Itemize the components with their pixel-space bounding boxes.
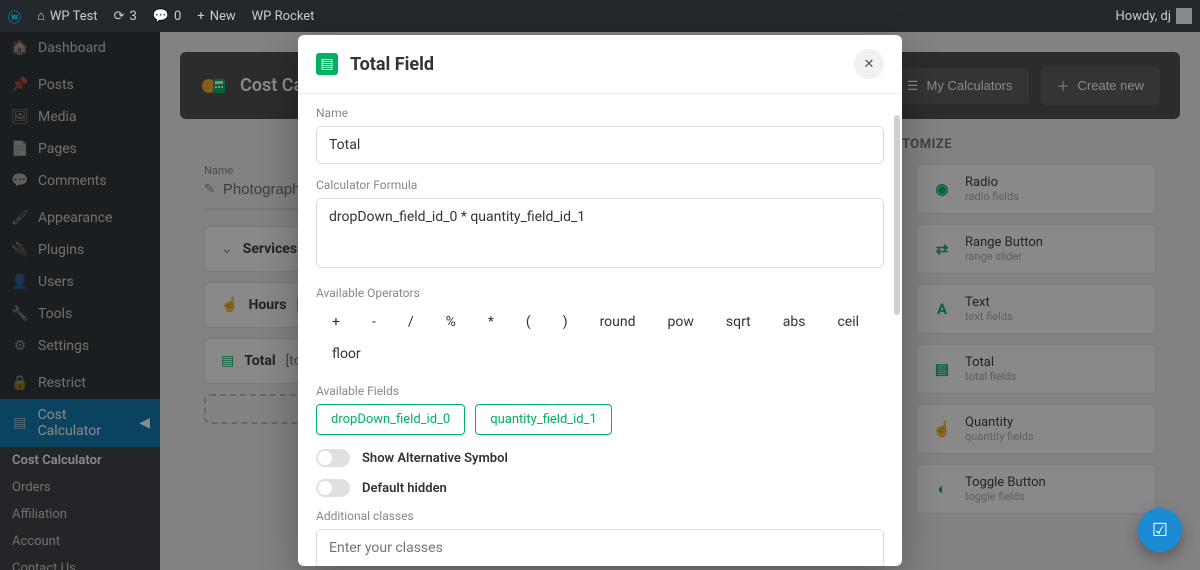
help-float-button[interactable]: ☑: [1138, 508, 1182, 552]
formula-textarea[interactable]: [316, 198, 884, 268]
operator-button[interactable]: +: [316, 306, 356, 338]
modal-scrollbar[interactable]: [894, 115, 900, 315]
additional-classes-input[interactable]: [316, 529, 884, 566]
additional-classes-label: Additional classes: [316, 509, 884, 523]
operators-label: Available Operators: [316, 286, 884, 300]
site-name-link[interactable]: ⌂WP Test: [29, 0, 106, 32]
available-field-chip[interactable]: dropDown_field_id_0: [316, 404, 465, 435]
operator-button[interactable]: abs: [767, 306, 822, 338]
operator-button[interactable]: round: [584, 306, 652, 338]
wp-logo[interactable]: ⓦ: [0, 0, 29, 32]
alt-symbol-label: Show Alternative Symbol: [362, 451, 508, 466]
wordpress-icon: ⓦ: [8, 7, 21, 26]
new-link[interactable]: +New: [189, 0, 243, 32]
field-name-input[interactable]: [316, 126, 884, 164]
close-icon: ✕: [864, 57, 875, 72]
operator-button[interactable]: (: [510, 306, 547, 338]
alt-symbol-toggle[interactable]: [316, 449, 350, 467]
howdy-link[interactable]: Howdy, dj: [1108, 0, 1200, 32]
comment-icon: 💬: [153, 9, 169, 24]
comments-link[interactable]: 💬0: [145, 0, 190, 32]
checklist-icon: ☑: [1152, 520, 1168, 541]
updates-icon: ⟳: [114, 9, 125, 24]
avatar: [1176, 8, 1192, 24]
wp-rocket-link[interactable]: WP Rocket: [244, 0, 323, 32]
plus-icon: +: [197, 9, 204, 24]
operator-button[interactable]: pow: [652, 306, 710, 338]
default-hidden-toggle[interactable]: [316, 479, 350, 497]
operator-button[interactable]: *: [472, 306, 510, 338]
total-field-modal: ▤ Total Field ✕ Name Calculator Formula …: [298, 35, 902, 566]
operator-button[interactable]: floor: [316, 338, 377, 370]
operator-button[interactable]: /: [392, 306, 430, 338]
home-icon: ⌂: [37, 8, 45, 24]
operator-button[interactable]: ): [547, 306, 584, 338]
name-label: Name: [316, 106, 884, 120]
wp-admin-bar: ⓦ ⌂WP Test ⟳3 💬0 +New WP Rocket Howdy, d…: [0, 0, 1200, 32]
formula-label: Calculator Formula: [316, 178, 884, 192]
operator-button[interactable]: -: [356, 306, 392, 338]
operator-button[interactable]: %: [430, 306, 472, 338]
default-hidden-label: Default hidden: [362, 481, 447, 496]
total-icon: ▤: [316, 53, 338, 75]
available-field-chip[interactable]: quantity_field_id_1: [475, 404, 612, 435]
close-button[interactable]: ✕: [854, 49, 884, 79]
fields-label: Available Fields: [316, 384, 884, 398]
updates-link[interactable]: ⟳3: [106, 0, 145, 32]
operator-button[interactable]: sqrt: [710, 306, 767, 338]
modal-title: Total Field: [350, 54, 434, 75]
operator-button[interactable]: ceil: [821, 306, 875, 338]
